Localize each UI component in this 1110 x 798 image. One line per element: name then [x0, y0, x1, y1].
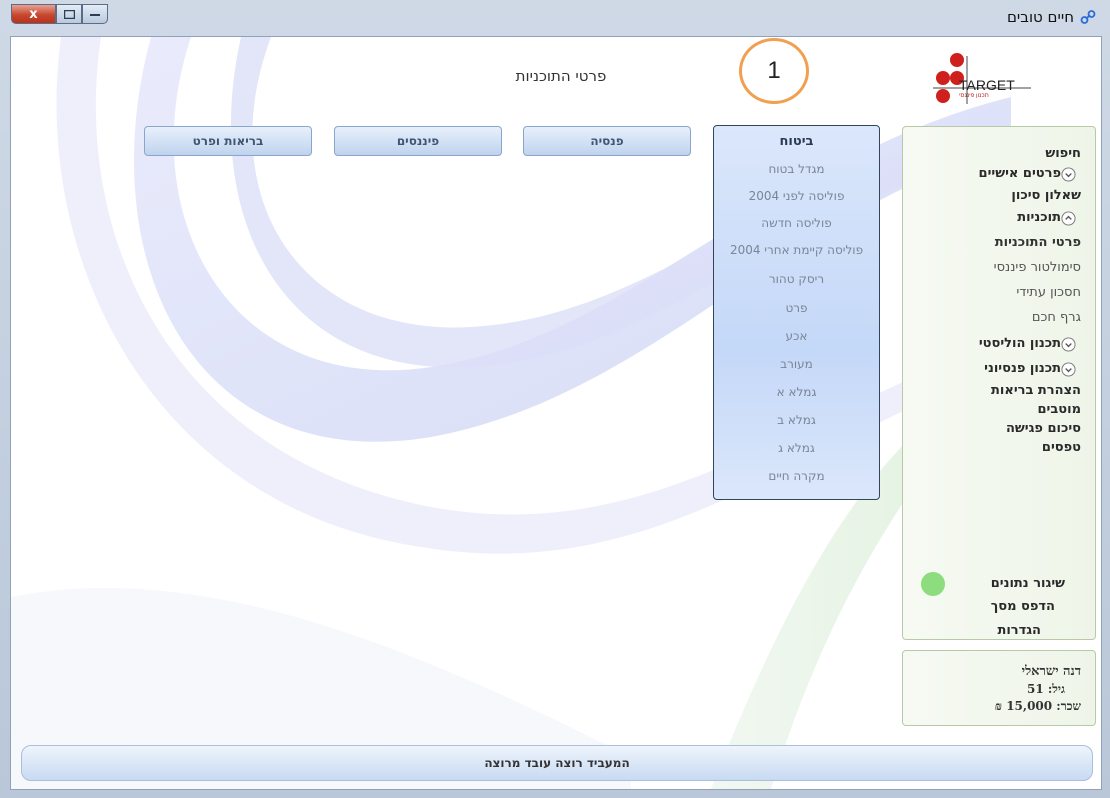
callout-number: 1 — [767, 57, 781, 84]
tab-finance[interactable]: פיננסים — [334, 126, 502, 156]
page-title: פרטי התוכניות — [515, 67, 607, 85]
chevron-up-icon[interactable] — [1061, 211, 1076, 226]
maximize-button[interactable] — [56, 4, 82, 24]
sync-status-indicator — [921, 572, 945, 596]
insurance-panel: ביטוח מגדל בטוח פוליסה לפני 2004 פוליסה … — [713, 125, 880, 500]
minimize-button[interactable] — [82, 4, 108, 24]
logo-subtitle: תכנון פיננסי — [959, 93, 989, 99]
user-salary: שכר: 15,000 ₪ — [994, 699, 1081, 713]
insurance-item[interactable]: גמלא א — [714, 385, 879, 399]
insurance-item[interactable]: אכע — [714, 329, 879, 343]
chevron-down-icon[interactable] — [1061, 167, 1076, 182]
close-icon: x — [29, 6, 38, 22]
sidebar-item-plans[interactable]: תוכניות — [1017, 210, 1061, 225]
chevron-down-icon[interactable] — [1061, 362, 1076, 377]
sidebar-item-personal[interactable]: פרטים אישיים — [979, 166, 1061, 181]
insurance-item[interactable]: פוליסה קיימת אחרי 2004 — [714, 243, 879, 257]
user-info-panel: דנה ישראלי גיל: 51 שכר: 15,000 ₪ — [902, 650, 1096, 726]
sidebar-item-forms[interactable]: טפסים — [1042, 440, 1081, 455]
sync-data-button[interactable]: שיגור נתונים — [991, 576, 1065, 591]
insurance-header[interactable]: ביטוח — [714, 134, 879, 149]
sidebar-item-holistic[interactable]: תכנון הוליסטי — [979, 336, 1061, 351]
tab-pension[interactable]: פנסיה — [523, 126, 691, 156]
status-message: המעביד רוצה עובד מרוצה — [484, 756, 630, 770]
sidebar-item-future-savings[interactable]: חסכון עתידי — [1016, 285, 1081, 300]
tab-health-personal[interactable]: בריאות ופרט — [144, 126, 312, 156]
sidebar: חיפוש פרטים אישיים שאלון סיכון תוכניות פ… — [902, 126, 1096, 640]
sidebar-item-search[interactable]: חיפוש — [1045, 146, 1081, 161]
window-controls: x — [11, 4, 108, 24]
insurance-item[interactable]: מעורב — [714, 357, 879, 371]
sidebar-item-risk[interactable]: שאלון סיכון — [1011, 188, 1081, 203]
insurance-item[interactable]: פוליסה לפני 2004 — [714, 189, 879, 203]
settings-button[interactable]: הגדרות — [997, 623, 1041, 638]
insurance-item[interactable]: מקרה חיים — [714, 469, 879, 483]
insurance-item[interactable]: ריסק טהור — [714, 272, 879, 286]
chevron-down-icon[interactable] — [1061, 337, 1076, 352]
link-icon — [1080, 10, 1096, 24]
app-window: x חיים טובים 1 TARGET תכנון פיננסי פרטי … — [0, 0, 1110, 798]
minimize-icon — [90, 14, 100, 16]
insurance-item[interactable]: פוליסה חדשה — [714, 216, 879, 230]
window-title: חיים טובים — [1007, 8, 1096, 26]
title-bar[interactable]: x חיים טובים — [0, 0, 1110, 34]
insurance-item[interactable]: מגדל בטוח — [714, 162, 879, 176]
close-button[interactable]: x — [11, 4, 56, 24]
sidebar-item-beneficiaries[interactable]: מוטבים — [1037, 402, 1081, 417]
sidebar-item-meeting-summary[interactable]: סיכום פגישה — [1006, 421, 1081, 436]
window-title-text: חיים טובים — [1006, 8, 1074, 26]
logo-text: TARGET — [959, 77, 1015, 93]
sidebar-item-health-declaration[interactable]: הצהרת בריאות — [991, 383, 1081, 398]
sidebar-item-pension-planning[interactable]: תכנון פנסיוני — [984, 361, 1061, 376]
sidebar-item-simulator[interactable]: סימולטור פיננסי — [994, 260, 1081, 275]
user-age: גיל: 51 — [1026, 682, 1065, 696]
maximize-icon — [63, 9, 75, 19]
insurance-item[interactable]: פרט — [714, 301, 879, 315]
client-area: 1 TARGET תכנון פיננסי פרטי התוכניות בריא… — [10, 36, 1102, 790]
insurance-item[interactable]: גמלא ג — [714, 441, 879, 455]
insurance-item[interactable]: גמלא ב — [714, 413, 879, 427]
print-screen-button[interactable]: הדפס מסך — [991, 599, 1055, 614]
sidebar-item-smart-graph[interactable]: גרף חכם — [1032, 310, 1081, 325]
status-bar: המעביד רוצה עובד מרוצה — [21, 745, 1093, 781]
user-name: דנה ישראלי — [1021, 664, 1081, 679]
sidebar-item-plan-details[interactable]: פרטי התוכניות — [995, 235, 1081, 250]
step-callout: 1 — [739, 38, 809, 104]
